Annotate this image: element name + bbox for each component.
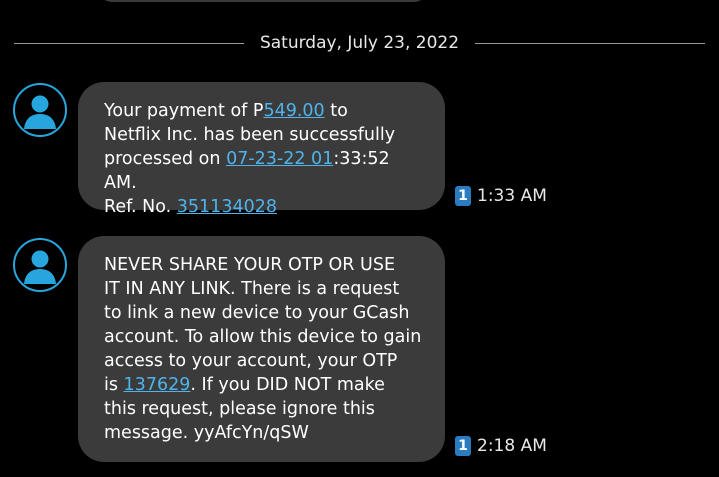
reference-number-link[interactable]: 351134028	[177, 197, 277, 217]
previous-message-bubble-fragment	[98, 0, 428, 2]
date-divider: Saturday, July 23, 2022	[14, 30, 706, 56]
date-label: Saturday, July 23, 2022	[259, 33, 460, 53]
message-bubble[interactable]: Your payment of P549.00 to Netflix Inc. …	[78, 82, 445, 217]
divider-line-right	[475, 42, 706, 44]
datetime-link[interactable]: 07-23-22 01	[226, 149, 333, 169]
message-text: Your payment of P549.00 to Netflix Inc. …	[104, 101, 396, 217]
message-text: NEVER SHARE YOUR OTP OR USE IT IN ANY LI…	[104, 255, 422, 443]
sim-1-icon: 1	[455, 186, 471, 206]
amount-link[interactable]: 549.00	[263, 101, 324, 121]
message-bubble[interactable]: NEVER SHARE YOUR OTP OR USE IT IN ANY LI…	[78, 236, 445, 462]
message-time: 2:18 AM	[477, 436, 547, 456]
divider-line-left	[14, 42, 244, 44]
message-meta: 1 2:18 AM	[455, 436, 547, 456]
contact-avatar-icon[interactable]	[13, 238, 67, 292]
message-meta: 1 1:33 AM	[455, 186, 547, 206]
sim-1-icon: 1	[455, 436, 471, 456]
otp-link[interactable]: 137629	[124, 375, 191, 395]
message-time: 1:33 AM	[477, 186, 547, 206]
contact-avatar-icon[interactable]	[13, 83, 67, 137]
